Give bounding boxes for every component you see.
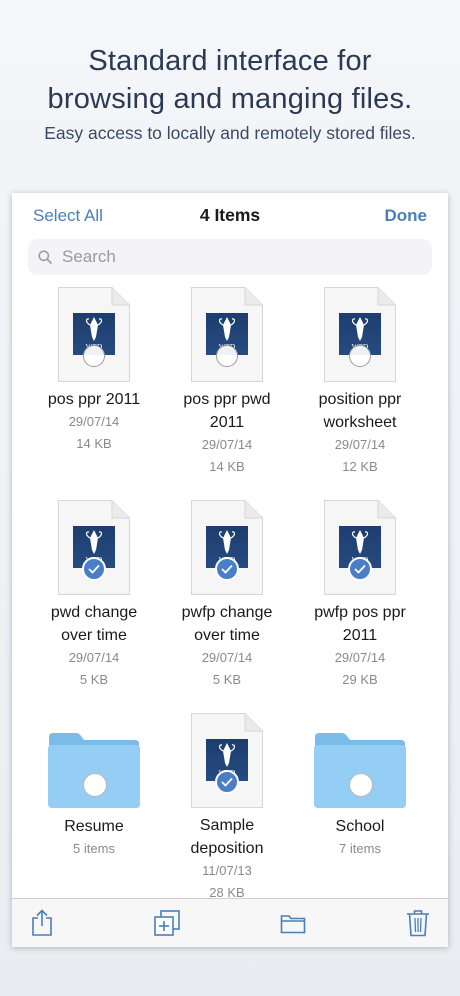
promo-header: Standard interface for browsing and mang… <box>0 0 460 144</box>
document-thumbnail: WPD <box>191 713 263 808</box>
promo-headline-line2: browsing and manging files. <box>47 83 413 115</box>
document-thumbnail: WPD <box>324 287 396 382</box>
folder-icon <box>312 731 408 809</box>
folder-item-count: 7 items <box>339 841 381 856</box>
promo-headline-line1: Standard interface for <box>88 45 372 77</box>
document-name: position ppr worksheet <box>318 391 402 431</box>
document-size: 5 KB <box>79 672 109 687</box>
document-date: 29/07/14 <box>334 650 386 665</box>
select-all-button[interactable]: Select All <box>33 206 103 226</box>
document-thumbnail: WPD <box>58 500 130 595</box>
document-name: pos ppr pwd 2011 <box>183 391 271 431</box>
promo-subtitle: Easy access to locally and remotely stor… <box>44 123 416 143</box>
document-name: Sample deposition <box>190 817 264 857</box>
move-to-folder-button[interactable] <box>280 912 306 939</box>
search-icon <box>38 250 52 264</box>
duplicate-button[interactable] <box>153 909 181 942</box>
done-button[interactable]: Done <box>385 206 428 226</box>
navigation-bar: Select All 4 Items Done <box>12 193 448 237</box>
document-date: 29/07/14 <box>201 437 253 452</box>
folder-item[interactable]: School 7 items <box>290 713 430 860</box>
document-item[interactable]: WPD position pprworksheet 29/07/14 12 KB <box>290 287 430 478</box>
search-bar[interactable] <box>28 239 432 275</box>
select-circle[interactable] <box>83 345 105 367</box>
document-name: pwfp pos ppr 2011 <box>314 604 406 644</box>
search-input[interactable] <box>60 246 404 268</box>
promo-headline: Standard interface for browsing and mang… <box>0 42 460 118</box>
document-thumbnail: WPD <box>191 500 263 595</box>
document-thumbnail: WPD <box>191 287 263 382</box>
duplicate-icon <box>154 910 180 936</box>
document-name: pwd change over time <box>50 604 138 644</box>
selected-check-icon[interactable] <box>82 557 106 581</box>
folder-item[interactable]: Resume 5 items <box>24 713 164 860</box>
document-thumbnail: WPD <box>58 287 130 382</box>
bottom-toolbar <box>12 898 448 947</box>
select-circle[interactable] <box>216 345 238 367</box>
document-item[interactable]: WPD pwfp pos ppr2011 29/07/14 29 KB <box>290 500 430 691</box>
selected-check-icon[interactable] <box>348 557 372 581</box>
document-date: 29/07/14 <box>334 437 386 452</box>
document-item[interactable]: WPD pwd changeover time 29/07/14 5 KB <box>24 500 164 691</box>
document-size: 5 KB <box>212 672 242 687</box>
folder-icon <box>280 915 306 934</box>
file-browser-screen: Select All 4 Items Done WPD pos ppr 2011 2… <box>12 193 448 947</box>
selected-check-icon[interactable] <box>215 557 239 581</box>
document-size: 14 KB <box>76 436 112 451</box>
document-item[interactable]: WPD pwfp changeover time 29/07/14 5 KB <box>157 500 297 691</box>
document-date: 29/07/14 <box>68 414 120 429</box>
folder-icon <box>46 731 142 809</box>
selected-check-icon[interactable] <box>215 770 239 794</box>
select-circle[interactable] <box>349 773 373 797</box>
trash-icon <box>407 910 429 937</box>
document-name: pwfp change over time <box>181 604 273 644</box>
document-item[interactable]: WPD pos ppr 2011 29/07/14 14 KB <box>24 287 164 455</box>
select-circle[interactable] <box>349 345 371 367</box>
select-circle[interactable] <box>83 773 107 797</box>
document-size: 14 KB <box>209 459 245 474</box>
share-button[interactable] <box>30 909 54 942</box>
document-item[interactable]: WPD pos ppr pwd2011 29/07/14 14 KB <box>157 287 297 478</box>
share-icon <box>32 909 52 936</box>
document-size: 29 KB <box>342 672 378 687</box>
document-thumbnail: WPD <box>324 500 396 595</box>
document-date: 11/07/13 <box>202 863 252 878</box>
delete-button[interactable] <box>406 909 430 942</box>
document-item[interactable]: WPDSampledeposition11/07/1328 KB <box>157 713 297 904</box>
document-date: 29/07/14 <box>201 650 253 665</box>
document-name: pos ppr 2011 <box>47 391 141 408</box>
document-date: 29/07/14 <box>68 650 120 665</box>
folder-name: School <box>335 818 385 835</box>
document-size: 12 KB <box>342 459 378 474</box>
folder-name: Resume <box>64 818 124 835</box>
folder-item-count: 5 items <box>73 841 115 856</box>
